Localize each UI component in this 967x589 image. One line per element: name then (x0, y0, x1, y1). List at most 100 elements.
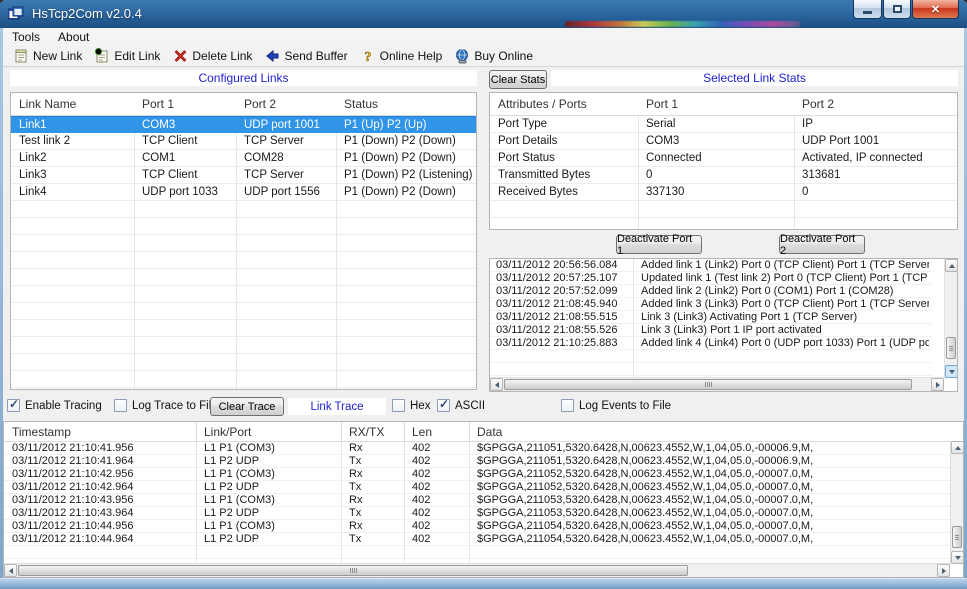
col-timestamp[interactable]: Timestamp (12, 425, 71, 439)
trace-row[interactable]: 03/11/2012 21:10:43.964 L1 P2 UDP Tx 402… (4, 507, 950, 520)
buy-online-button[interactable]: Buy Online (450, 47, 541, 65)
link-port2-cell: TCP Server (244, 133, 334, 150)
ascii-checkbox[interactable] (437, 399, 450, 412)
col-attributes[interactable]: Attributes / Ports (498, 97, 587, 111)
menu-about[interactable]: About (49, 28, 98, 46)
trace-port-cell: L1 P1 (COM3) (204, 494, 336, 507)
col-data[interactable]: Data (477, 425, 502, 439)
edit-link-button[interactable]: Edit Link (90, 47, 168, 65)
close-button[interactable]: ✕ (912, 0, 959, 19)
event-row[interactable]: 03/11/2012 20:57:25.107 Updated link 1 (… (490, 272, 932, 285)
log-trace-checkbox[interactable] (114, 399, 127, 412)
events-hscroll-thumb[interactable] (504, 379, 912, 390)
trace-vertical-scrollbar[interactable] (950, 441, 963, 564)
event-time-cell: 03/11/2012 21:10:25.883 (496, 337, 630, 350)
col-link-name[interactable]: Link Name (19, 97, 76, 111)
stats-attr-cell: Transmitted Bytes (498, 167, 636, 184)
events-scroll-thumb[interactable] (946, 337, 956, 359)
event-row[interactable]: 03/11/2012 20:57:52.099 Added link 2 (Li… (490, 285, 932, 298)
trace-row[interactable]: 03/11/2012 21:10:43.956 L1 P1 (COM3) Rx … (4, 494, 950, 507)
clear-stats-button[interactable]: Clear Stats (489, 70, 547, 89)
link-row[interactable]: Link3 TCP Client TCP Server P1 (Down) P2… (11, 167, 476, 184)
link-port1-cell: UDP port 1033 (142, 184, 234, 201)
log-events-checkbox[interactable] (561, 399, 574, 412)
scroll-right-button[interactable] (931, 378, 944, 391)
link-row[interactable]: Test link 2 TCP Client TCP Server P1 (Do… (11, 133, 476, 150)
configured-links-rows: Link1 COM3 UDP port 1001 P1 (Up) P2 (Up)… (11, 116, 476, 201)
col-port2[interactable]: Port 2 (244, 97, 276, 111)
stats-row[interactable]: Port Status Connected Activated, IP conn… (490, 150, 957, 167)
scroll-down-button[interactable] (945, 365, 958, 378)
trace-scroll-thumb[interactable] (952, 526, 962, 548)
link-status-cell: P1 (Up) P2 (Up) (344, 117, 474, 134)
configured-links-table[interactable]: Link Name Port 1 Port 2 Status Link1 COM… (10, 92, 477, 390)
app-icon (8, 6, 24, 22)
title-bar[interactable]: HsTcp2Com v2.0.4 ✕ (0, 0, 967, 29)
send-buffer-icon (264, 48, 280, 64)
maximize-button[interactable] (883, 0, 911, 19)
trace-time-cell: 03/11/2012 21:10:43.956 (12, 494, 192, 507)
trace-row[interactable]: 03/11/2012 21:10:41.964 L1 P2 UDP Tx 402… (4, 455, 950, 468)
trace-row[interactable]: 03/11/2012 21:10:41.956 L1 P1 (COM3) Rx … (4, 442, 950, 455)
online-help-label: Online Help (380, 49, 443, 63)
log-events-label: Log Events to File (579, 400, 671, 412)
hex-checkbox[interactable] (392, 399, 405, 412)
link-row[interactable]: Link4 UDP port 1033 UDP port 1556 P1 (Do… (11, 184, 476, 201)
trace-hscroll-thumb[interactable] (18, 565, 688, 576)
link-row[interactable]: Link2 COM1 COM28 P1 (Down) P2 (Down) (11, 150, 476, 167)
trace-row[interactable]: 03/11/2012 21:10:42.964 L1 P2 UDP Tx 402… (4, 481, 950, 494)
stats-row[interactable]: Port Details COM3 UDP Port 1001 (490, 133, 957, 150)
scroll-up-button[interactable] (951, 441, 964, 454)
trace-header[interactable]: Timestamp Link/Port RX/TX Len Data (4, 422, 963, 442)
stats-row[interactable]: Transmitted Bytes 0 313681 (490, 167, 957, 184)
col-stats-port1[interactable]: Port 1 (646, 97, 678, 111)
trace-row[interactable]: 03/11/2012 21:10:42.956 L1 P1 (COM3) Rx … (4, 468, 950, 481)
log-trace-label: Log Trace to File (132, 400, 218, 412)
enable-tracing-checkbox[interactable] (7, 399, 20, 412)
deactivate-port2-button[interactable]: Deactivate Port 2 (779, 235, 865, 254)
trace-port-cell: L1 P1 (COM3) (204, 442, 336, 455)
events-vertical-scrollbar[interactable] (944, 259, 957, 378)
stats-attr-cell: Port Details (498, 133, 636, 150)
delete-link-label: Delete Link (192, 49, 252, 63)
scroll-down-button[interactable] (951, 551, 964, 564)
clear-trace-button[interactable]: Clear Trace (210, 397, 284, 416)
col-len[interactable]: Len (412, 425, 432, 439)
col-status[interactable]: Status (344, 97, 378, 111)
stats-row[interactable]: Received Bytes 337130 0 (490, 184, 957, 201)
scroll-up-button[interactable] (945, 259, 958, 272)
menu-tools[interactable]: Tools (3, 28, 49, 46)
trace-row[interactable]: 03/11/2012 21:10:44.956 L1 P1 (COM3) Rx … (4, 520, 950, 533)
deactivate-port1-button[interactable]: Deactivate Port 1 (616, 235, 702, 254)
col-rxtx[interactable]: RX/TX (349, 425, 384, 439)
col-port1[interactable]: Port 1 (142, 97, 174, 111)
events-horizontal-scrollbar[interactable] (490, 377, 944, 391)
new-link-icon (13, 48, 29, 64)
link-row[interactable]: Link1 COM3 UDP port 1001 P1 (Up) P2 (Up) (11, 116, 476, 133)
trace-data-cell: $GPGGA,211052,5320.6428,N,00623.4552,W,1… (477, 481, 945, 494)
trace-horizontal-scrollbar[interactable] (4, 563, 950, 577)
stats-row[interactable]: Port Type Serial IP (490, 116, 957, 133)
event-row[interactable]: 03/11/2012 20:56:56.084 Added link 1 (Li… (490, 259, 932, 272)
trace-port-cell: L1 P2 UDP (204, 481, 336, 494)
scroll-right-button[interactable] (937, 564, 950, 577)
stats-table[interactable]: Attributes / Ports Port 1 Port 2 Port Ty… (489, 92, 958, 230)
scroll-left-button[interactable] (4, 564, 17, 577)
event-row[interactable]: 03/11/2012 21:08:55.515 Link 3 (Link3) A… (490, 311, 932, 324)
events-list[interactable]: 03/11/2012 20:56:56.084 Added link 1 (Li… (489, 258, 958, 392)
scroll-left-button[interactable] (490, 378, 503, 391)
new-link-button[interactable]: New Link (9, 47, 90, 65)
event-row[interactable]: 03/11/2012 21:08:45.940 Added link 3 (Li… (490, 298, 932, 311)
stats-header[interactable]: Attributes / Ports Port 1 Port 2 (490, 93, 957, 116)
delete-link-button[interactable]: Delete Link (168, 47, 260, 65)
configured-links-header[interactable]: Link Name Port 1 Port 2 Status (11, 93, 476, 116)
event-row[interactable]: 03/11/2012 21:10:25.883 Added link 4 (Li… (490, 337, 932, 350)
trace-table[interactable]: Timestamp Link/Port RX/TX Len Data 03/11… (3, 421, 964, 578)
event-row[interactable]: 03/11/2012 21:08:55.526 Link 3 (Link3) P… (490, 324, 932, 337)
minimize-button[interactable] (853, 0, 882, 19)
col-link-port[interactable]: Link/Port (204, 425, 251, 439)
send-buffer-button[interactable]: Send Buffer (260, 47, 355, 65)
col-stats-port2[interactable]: Port 2 (802, 97, 834, 111)
online-help-button[interactable]: ? Online Help (356, 47, 451, 65)
trace-row[interactable]: 03/11/2012 21:10:44.964 L1 P2 UDP Tx 402… (4, 533, 950, 546)
